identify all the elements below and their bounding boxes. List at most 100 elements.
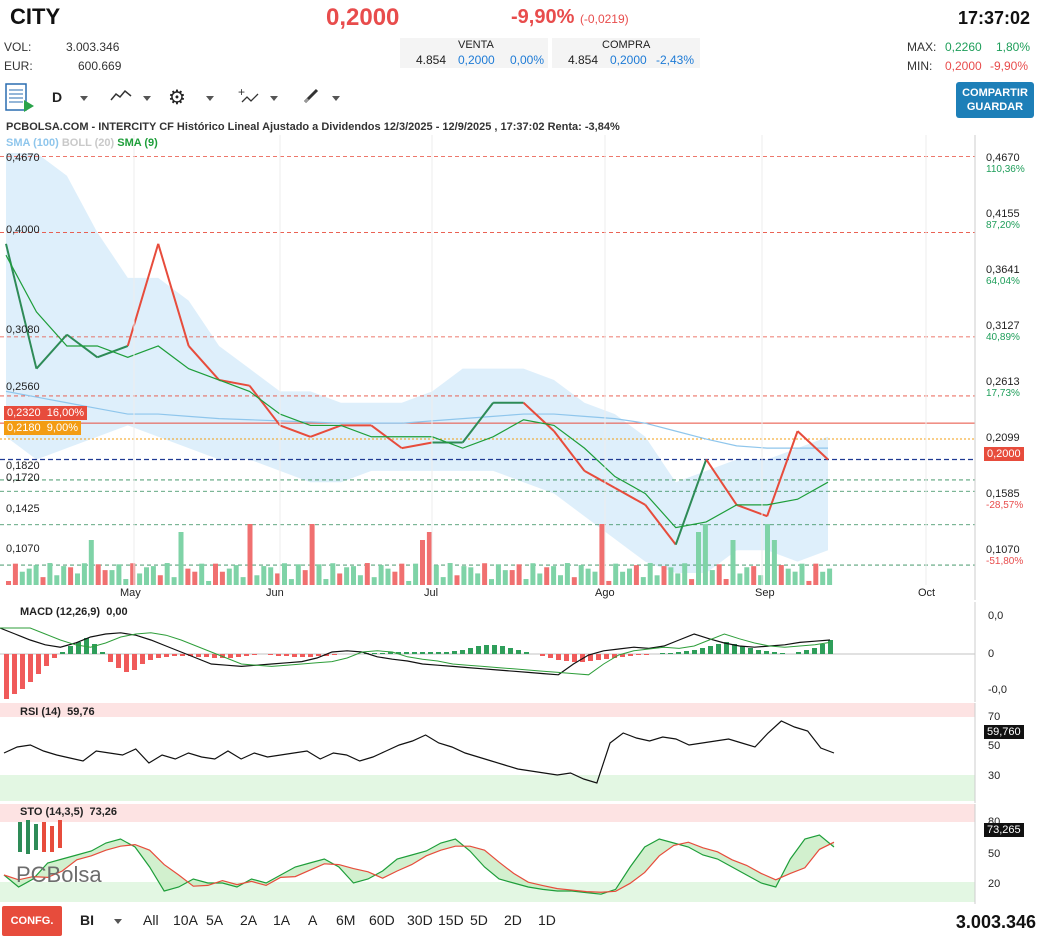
vol-value: 3.003.346 [66, 40, 120, 54]
volume-bar [378, 565, 384, 585]
volume-bar [295, 564, 301, 585]
volume-bar [164, 563, 170, 585]
range-button-a[interactable]: A [308, 912, 317, 928]
macd-histogram-bar [140, 654, 145, 664]
main-price-chart[interactable] [0, 135, 1048, 600]
range-button-all[interactable]: All [143, 912, 159, 928]
mode-select[interactable]: BI [80, 912, 94, 928]
document-icon[interactable] [4, 82, 36, 114]
volume-bar [185, 568, 191, 585]
volume-bar [523, 579, 529, 585]
macd-histogram-bar [468, 648, 473, 654]
save-label: GUARDAR [966, 101, 1024, 113]
share-save-button[interactable]: COMPARTIR GUARDAR [956, 82, 1034, 118]
chevron-down-icon[interactable] [80, 96, 88, 101]
volume-bar [123, 579, 129, 585]
macd-histogram-bar [636, 654, 641, 655]
volume-bar [578, 565, 584, 585]
macd-histogram-bar [164, 654, 169, 657]
svg-text:+: + [238, 86, 245, 99]
chevron-down-icon[interactable] [206, 96, 214, 101]
month-label: Jul [424, 587, 439, 599]
volume-bar [150, 566, 156, 585]
volume-bar [744, 567, 750, 585]
volume-bar [620, 571, 626, 585]
chart-title: PCBOLSA.COM - INTERCITY CF Histórico Lin… [6, 121, 620, 133]
range-button-15d[interactable]: 15D [438, 912, 464, 928]
volume-bar [613, 563, 619, 585]
rsi-oversold-zone [0, 775, 975, 801]
range-button-30d[interactable]: 30D [407, 912, 433, 928]
indicators-icon[interactable]: + [238, 85, 260, 111]
volume-bar [316, 564, 322, 585]
macd-histogram-bar [540, 654, 545, 656]
range-button-2d[interactable]: 2D [504, 912, 522, 928]
macd-value: 0,00 [106, 606, 128, 618]
watermark-text: PCBolsa [16, 862, 102, 887]
right-axis-price: 0,3127 [986, 320, 1020, 332]
macd-histogram-bar [780, 653, 785, 654]
last-price: 0,2000 [326, 4, 400, 31]
period-select[interactable]: D [52, 89, 62, 105]
macd-panel[interactable] [0, 602, 1048, 702]
rsi-panel[interactable] [0, 703, 1048, 803]
volume-bar [516, 564, 522, 585]
macd-histogram-bar [52, 654, 57, 658]
macd-histogram-bar [484, 645, 489, 654]
range-button-5a[interactable]: 5A [206, 912, 223, 928]
volume-bar [454, 575, 460, 585]
tag2-pct: 9,00% [46, 422, 78, 434]
volume-bar [827, 568, 833, 585]
macd-axis: -0,0 [988, 684, 1007, 696]
range-button-1a[interactable]: 1A [273, 912, 290, 928]
pencil-icon[interactable] [302, 87, 322, 110]
volume-bar [40, 577, 46, 585]
range-button-2a[interactable]: 2A [240, 912, 257, 928]
range-button-60d[interactable]: 60D [369, 912, 395, 928]
macd-histogram-bar [516, 650, 521, 654]
volume-bar [247, 524, 253, 585]
volume-bar [385, 568, 391, 585]
range-button-10a[interactable]: 10A [173, 912, 198, 928]
volume-bar [233, 565, 239, 585]
volume-bar [54, 575, 60, 585]
chevron-down-icon[interactable] [114, 919, 122, 924]
macd-histogram-bar [428, 652, 433, 654]
change-pct: -9,90% [511, 6, 575, 28]
volume-bar [661, 566, 667, 585]
pcbolsa-logo [16, 818, 64, 867]
macd-histogram-bar [668, 653, 673, 654]
right-axis-price: 0,3641 [986, 264, 1020, 276]
volume-bar [420, 540, 425, 585]
venta-title: VENTA [458, 39, 494, 51]
sto-label: STO (14,3,5) 73,26 [20, 806, 117, 818]
chevron-down-icon[interactable] [270, 96, 278, 101]
gear-icon[interactable]: ⚙ [168, 85, 186, 110]
venta-price: 0,2000 [458, 53, 495, 67]
macd-histogram-bar [252, 654, 257, 655]
price-tag-1: 0,2320 16,00% [4, 406, 88, 420]
macd-histogram-bar [28, 654, 33, 682]
chevron-down-icon[interactable] [332, 96, 340, 101]
line-chart-icon[interactable] [110, 88, 132, 109]
sto-panel[interactable] [0, 804, 1048, 904]
right-axis-price: 0,2099 [986, 432, 1020, 444]
volume-bar [502, 570, 508, 585]
total-volume: 3.003.346 [955, 912, 1036, 932]
volume-bar [199, 563, 205, 585]
macd-histogram-bar [596, 654, 601, 660]
sto-axis: 50 [988, 848, 1001, 860]
range-button-5d[interactable]: 5D [470, 912, 488, 928]
volume-bar [647, 563, 653, 585]
range-button-1d[interactable]: 1D [538, 912, 556, 928]
min-value: 0,2000 [945, 59, 982, 73]
volume-bar [468, 567, 474, 585]
range-button-6m[interactable]: 6M [336, 912, 355, 928]
config-button[interactable]: CONFG. [2, 906, 62, 936]
macd-histogram-bar [116, 654, 121, 668]
volume-bar [633, 565, 639, 585]
volume-bar [75, 573, 80, 585]
chevron-down-icon[interactable] [143, 96, 151, 101]
volume-bar [799, 563, 805, 585]
volume-bar [116, 564, 122, 585]
